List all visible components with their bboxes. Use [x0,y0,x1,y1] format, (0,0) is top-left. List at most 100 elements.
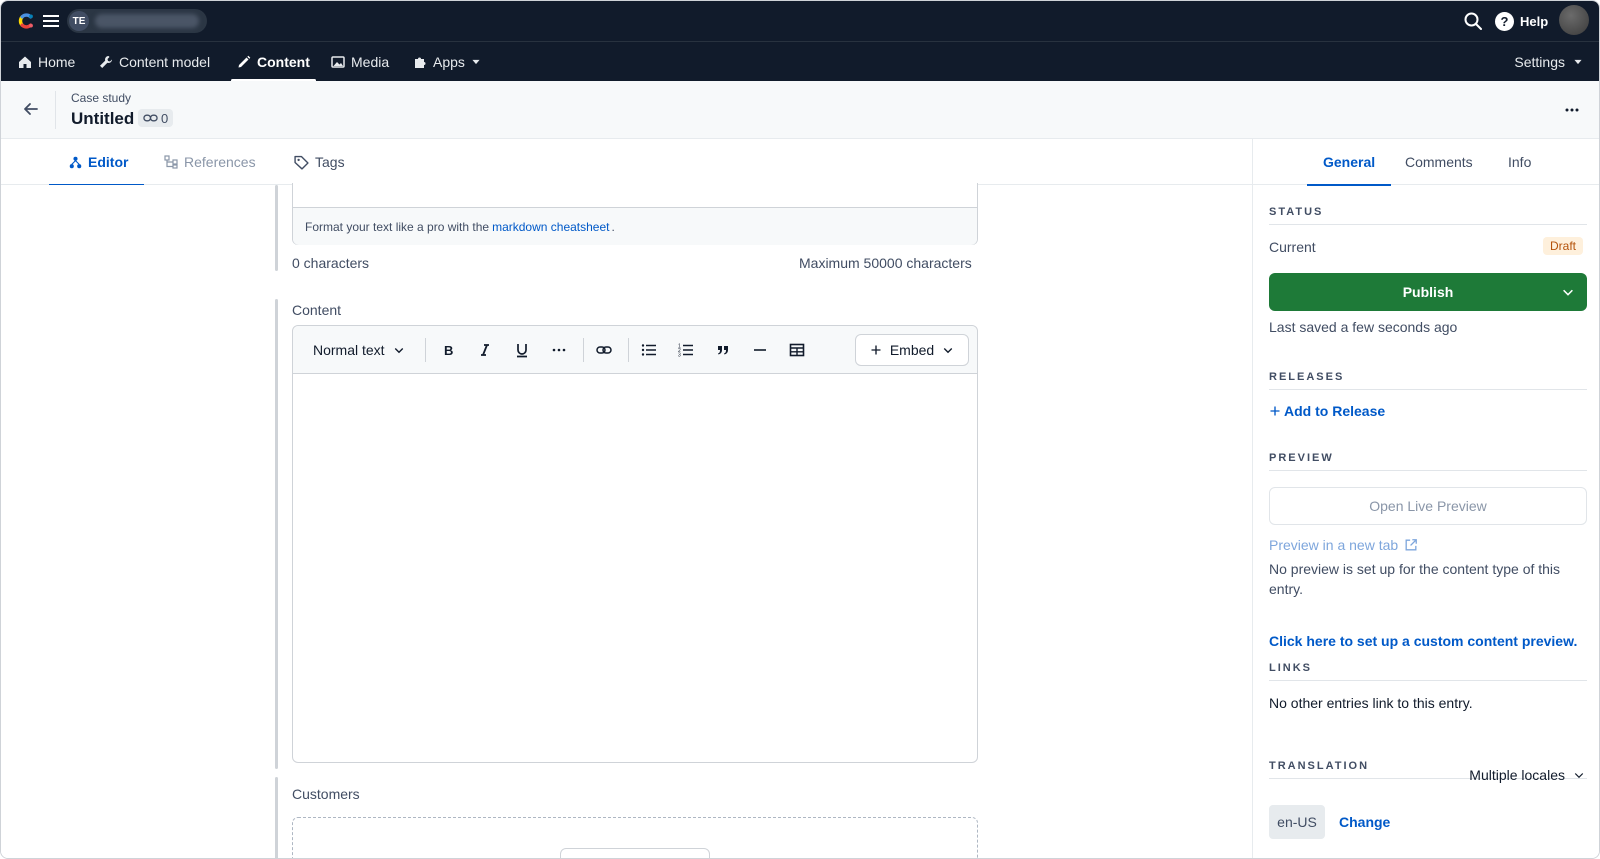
toolbar-divider [583,338,584,362]
chevron-down-icon [1574,773,1584,779]
text-style-label: Normal text [313,342,385,358]
back-arrow-icon[interactable] [21,99,41,119]
help-icon: ? [1495,11,1514,31]
nav-media[interactable]: Media [331,42,389,82]
text-style-dropdown[interactable]: Normal text [313,338,405,362]
markdown-hint-text: Format your text like a pro with the [305,219,490,234]
field-focus-bar [275,777,278,858]
last-saved-text: Last saved a few seconds ago [1269,319,1458,335]
field-focus-bar [275,185,278,271]
add-customer-button[interactable] [560,848,710,858]
editor-tabs: Editor References Tags [1,139,1252,186]
search-icon[interactable] [1464,12,1482,30]
nav-apps[interactable]: Apps [413,42,481,82]
tab-editor-label: Editor [88,154,129,170]
add-to-release-label: Add to Release [1284,403,1386,419]
locale-mode-label: Multiple locales [1469,767,1565,783]
links-heading: LINKS [1269,662,1587,681]
sidebar-tabs: General Comments Info [1253,139,1599,186]
bulleted-list-icon [641,344,656,356]
user-avatar[interactable] [1559,5,1589,35]
no-preview-text: No preview is set up for the content typ… [1269,561,1561,597]
references-icon [164,155,178,169]
rich-text-editor[interactable]: Normal text B 1 2 3 Embed [292,325,978,763]
contentful-logo-icon[interactable] [15,10,37,32]
table-button[interactable] [785,338,809,362]
numbered-list-button[interactable]: 123 [674,338,698,362]
bold-button[interactable]: B [436,338,460,362]
customers-reference-dropzone[interactable] [292,817,978,858]
references-count: 0 [161,110,169,126]
references-badge[interactable]: 0 [138,109,174,127]
sidebar-tab-info[interactable]: Info [1508,139,1531,185]
nav-content[interactable]: Content [231,42,316,82]
hyperlink-button[interactable] [592,338,616,362]
ellipsis-icon [552,348,566,352]
sidebar-tab-general[interactable]: General [1306,139,1392,186]
entry-header: Case study Untitled 0 [1,81,1599,139]
locale-mode-dropdown[interactable]: Multiple locales [1469,767,1585,783]
markdown-hint-end: . [611,219,615,234]
markdown-cheatsheet-link[interactable]: markdown cheatsheet [492,220,609,234]
nav-content-model-label: Content model [119,54,211,70]
bold-icon: B [444,343,453,358]
wrench-icon [100,56,112,68]
link-icon [143,114,158,122]
sidebar-tab-comments[interactable]: Comments [1405,139,1473,185]
add-to-release-link[interactable]: Add to Release [1269,403,1385,419]
field-focus-bar [275,299,278,769]
tab-tags-label: Tags [315,154,345,170]
publish-button[interactable]: Publish [1269,273,1587,311]
chevron-down-icon[interactable] [1561,285,1575,299]
horizontal-rule-button[interactable] [748,338,772,362]
hamburger-menu-icon[interactable] [43,14,59,28]
settings-menu[interactable]: Settings [1514,42,1583,82]
nav-home[interactable]: Home [18,42,75,82]
nav-media-label: Media [351,54,390,70]
customers-field-label: Customers [292,786,360,802]
svg-text:B: B [444,343,453,358]
main-nav: Home Content model Content Media Apps Se… [1,41,1599,82]
tab-editor[interactable]: Editor [48,139,146,186]
space-name-redacted [95,14,199,28]
help-label: Help [1520,13,1549,29]
toolbar-divider [425,338,426,362]
toolbar-divider [628,338,629,362]
releases-heading: RELEASES [1269,371,1587,390]
editor-area: Format your text like a pro with the mar… [1,183,1252,858]
underline-button[interactable] [510,338,534,362]
current-status-label: Current [1269,239,1316,255]
caret-down-icon [1574,59,1582,65]
bulleted-list-button[interactable] [637,338,661,362]
app-window: TE ? Help Home Content model Content Med [0,0,1600,859]
horizontal-rule-icon [754,349,766,351]
tab-tags[interactable]: Tags [294,139,345,185]
preview-new-tab-link[interactable]: Preview in a new tab [1269,537,1418,553]
help-button[interactable]: ? Help [1495,11,1548,31]
markdown-field[interactable]: Format your text like a pro with the mar… [292,183,978,245]
more-options-icon[interactable] [1563,101,1581,119]
tab-references[interactable]: References [164,139,256,185]
publish-label: Publish [1402,284,1454,300]
italic-button[interactable] [473,338,497,362]
markdown-hint: Format your text like a pro with the mar… [293,207,977,245]
top-bar: TE ? Help [1,1,1599,41]
home-icon [19,56,31,68]
preview-new-tab-label: Preview in a new tab [1269,537,1399,553]
change-locale-link[interactable]: Change [1339,814,1390,830]
chevron-down-icon [943,348,953,354]
quote-button[interactable] [711,338,735,362]
open-live-preview-button[interactable]: Open Live Preview [1269,487,1587,525]
embed-button[interactable]: Embed [855,334,969,366]
underline-icon [517,344,527,358]
plus-icon [1270,406,1280,416]
space-switcher[interactable]: TE [67,9,207,33]
rich-text-toolbar: Normal text B 1 2 3 Embed [293,326,977,374]
header-divider [55,91,56,129]
content-type-label: Case study [71,91,132,105]
setup-custom-preview-link[interactable]: Click here to set up a custom content pr… [1269,633,1577,649]
nav-content-model[interactable]: Content model [99,42,210,82]
nav-apps-label: Apps [433,54,465,70]
more-formatting-button[interactable] [547,338,571,362]
table-icon [789,343,805,357]
